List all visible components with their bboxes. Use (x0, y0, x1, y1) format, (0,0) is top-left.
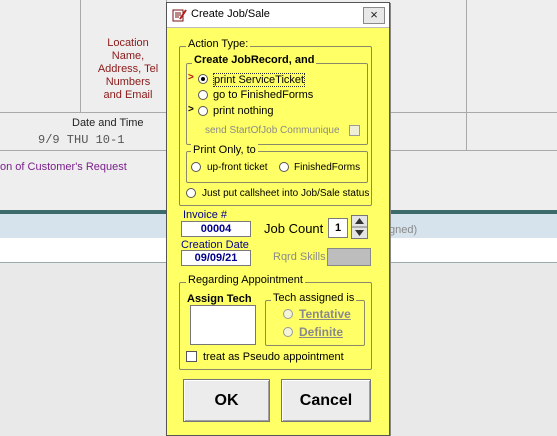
ok-button[interactable]: OK (183, 379, 270, 422)
go-to-finishedforms-radio[interactable] (198, 90, 208, 100)
send-communique-checkbox[interactable] (349, 125, 360, 136)
tentative-radio[interactable] (283, 309, 293, 319)
finishedforms-radio[interactable] (279, 162, 289, 172)
print-nothing-label[interactable]: print nothing (213, 105, 274, 117)
definite-label[interactable]: Definite (299, 325, 343, 339)
rqrd-skills-label: Rqrd Skills (273, 251, 326, 263)
print-only-legend: Print Only, to (191, 144, 258, 156)
grid-divider (466, 0, 467, 150)
tech-assigned-legend: Tech assigned is (271, 292, 357, 304)
grid-divider (388, 112, 557, 113)
create-jobrecord-legend: Create JobRecord, and (192, 54, 317, 66)
invoice-number-field[interactable]: 00004 (181, 221, 251, 237)
grid-divider (80, 0, 81, 112)
create-job-dialog: Create Job/Sale × Action Type: Create Jo… (166, 2, 390, 436)
invoice-label: Invoice # (183, 209, 228, 221)
cancel-button[interactable]: Cancel (281, 379, 371, 422)
date-value: 9/9 THU 10-1 (38, 133, 125, 147)
pseudo-appointment-label[interactable]: treat as Pseudo appointment (203, 351, 344, 363)
go-to-finishedforms-label[interactable]: go to FinishedForms (213, 89, 313, 101)
dialog-titlebar[interactable]: Create Job/Sale × (167, 3, 389, 28)
close-icon: × (370, 7, 378, 22)
grid-divider (0, 150, 166, 151)
job-sale-icon (172, 9, 187, 22)
chevron-right-icon: > (188, 104, 194, 115)
action-type-legend: Action Type: (186, 38, 251, 50)
finishedforms-label[interactable]: FinishedForms (294, 162, 360, 173)
send-communique-label: send StartOfJob Communique (205, 125, 340, 136)
pseudo-appointment-checkbox[interactable] (186, 351, 197, 362)
grid-divider (0, 112, 166, 113)
grid-divider (388, 150, 557, 151)
creation-date-field[interactable]: 09/09/21 (181, 250, 251, 266)
assign-tech-label: Assign Tech (187, 293, 252, 305)
dialog-title: Create Job/Sale (191, 8, 270, 20)
up-front-ticket-label[interactable]: up-front ticket (207, 162, 268, 173)
selected-arrow-icon: > (188, 72, 194, 83)
assign-tech-field[interactable] (190, 305, 256, 345)
tentative-label[interactable]: Tentative (299, 307, 351, 321)
definite-radio[interactable] (283, 327, 293, 337)
appointment-legend: Regarding Appointment (186, 274, 305, 286)
print-nothing-radio[interactable] (198, 106, 208, 116)
up-front-ticket-radio[interactable] (191, 162, 201, 172)
rqrd-skills-field[interactable] (327, 248, 371, 266)
callsheet-status-label[interactable]: Just put callsheet into Job/Sale status (202, 188, 369, 199)
close-button[interactable]: × (363, 7, 385, 24)
job-count-label: Job Count (264, 221, 324, 236)
customer-request-label: on of Customer's Request (0, 161, 127, 173)
print-serviceticket-label[interactable]: print ServiceTicket (213, 73, 306, 87)
location-label: Location Name, Address, Tel Numbers and … (97, 37, 159, 101)
callsheet-status-radio[interactable] (186, 188, 196, 198)
date-time-label: Date and Time (72, 117, 144, 129)
print-serviceticket-radio[interactable] (198, 74, 208, 84)
job-count-spinner[interactable] (351, 215, 368, 239)
job-count-field[interactable]: 1 (328, 218, 348, 238)
assigned-fragment: gned) (389, 224, 418, 236)
